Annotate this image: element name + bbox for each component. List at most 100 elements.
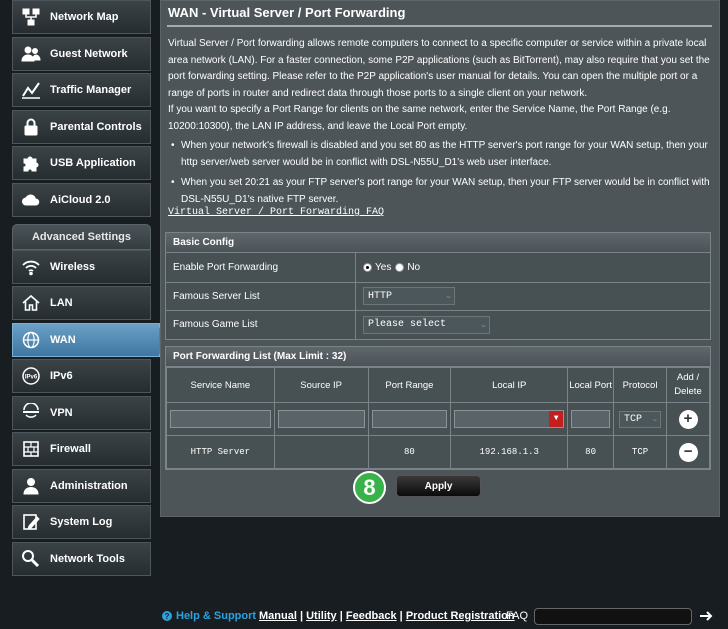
col-local-port: Local Port <box>567 367 615 403</box>
traffic-manager-icon <box>20 79 42 101</box>
wifi-icon <box>20 256 42 278</box>
nav-network-tools[interactable]: Network Tools <box>12 541 151 576</box>
description: Virtual Server / Port forwarding allows … <box>168 36 713 135</box>
table-header-row: Service Name Source IP Port Range Local … <box>166 367 710 403</box>
help-support-link[interactable]: ? Help & Support <box>162 610 256 622</box>
product-registration-link[interactable]: Product Registration <box>406 610 515 622</box>
row-protocol: TCP <box>613 435 667 469</box>
port-forwarding-table: Service Name Source IP Port Range Local … <box>166 367 710 469</box>
famous-server-label: Famous Server List <box>166 282 356 310</box>
nav-network-map[interactable]: Network Map <box>12 0 151 34</box>
table-row: HTTP Server 80 192.168.1.3 80 TCP − <box>166 435 710 469</box>
row-local-ip: 192.168.1.3 <box>450 435 569 469</box>
enable-port-forwarding-label: Enable Port Forwarding <box>166 253 356 282</box>
col-local-ip: Local IP <box>450 367 569 403</box>
new-rule-row: ▼ TCP ⌵ + <box>166 402 710 436</box>
chevron-down-icon: ⌵ <box>446 292 451 302</box>
radio-yes[interactable] <box>363 262 372 272</box>
nav-label: System Log <box>50 516 113 528</box>
nav-traffic-manager[interactable]: Traffic Manager <box>12 73 151 107</box>
lock-icon <box>20 116 42 138</box>
enable-port-forwarding-row: Enable Port Forwarding Yes No <box>166 253 710 282</box>
port-forwarding-list-header: Port Forwarding List (Max Limit : 32) <box>166 347 710 367</box>
nav-label: Network Tools <box>50 552 125 565</box>
svg-text:IPv6: IPv6 <box>25 375 38 381</box>
row-local-port: 80 <box>567 435 615 469</box>
utility-link[interactable]: Utility <box>306 610 337 622</box>
ipv6-icon: IPv6 <box>20 365 42 387</box>
main-panel: WAN - Virtual Server / Port Forwarding V… <box>160 0 720 517</box>
nav-label: Wireless <box>50 260 96 273</box>
apply-button[interactable]: Apply <box>396 475 481 497</box>
faq-link[interactable]: Virtual Server / Port Forwarding FAQ <box>168 207 384 218</box>
nav-label: Traffic Manager <box>50 84 132 96</box>
advanced-settings-header: Advanced Settings <box>12 223 151 250</box>
footer: ? Help & Support Manual | Utility | Feed… <box>0 603 728 629</box>
nav-lan[interactable]: LAN <box>12 286 151 320</box>
page-title: WAN - Virtual Server / Port Forwarding <box>168 5 406 20</box>
chevron-down-icon: ⌵ <box>652 415 658 424</box>
manual-link[interactable]: Manual <box>259 610 297 622</box>
col-protocol: Protocol <box>613 367 667 403</box>
nav-usb-application[interactable]: USB Application <box>12 146 151 180</box>
col-source-ip: Source IP <box>273 367 369 403</box>
nav-label: Firewall <box>50 443 91 455</box>
famous-game-row: Famous Game List Please select ⌵ <box>166 310 710 339</box>
famous-game-select[interactable]: Please select ⌵ <box>363 315 490 334</box>
nav-label: Parental Controls <box>50 120 142 133</box>
nav-system-log[interactable]: System Log <box>12 505 151 539</box>
question-icon: ? <box>162 611 172 621</box>
description-text: Virtual Server / Port forwarding allows … <box>168 38 710 99</box>
radio-yes-label: Yes <box>375 261 392 273</box>
faq-search-button[interactable] <box>697 608 717 625</box>
local-port-input[interactable] <box>571 410 611 428</box>
basic-config-panel: Basic Config Enable Port Forwarding Yes … <box>165 232 711 340</box>
faq-search-input[interactable] <box>534 607 692 625</box>
nav-label: AiCloud 2.0 <box>50 193 111 206</box>
puzzle-icon <box>20 152 42 174</box>
cloud-icon <box>20 189 42 211</box>
nav-label: Administration <box>50 479 128 492</box>
protocol-value: TCP <box>624 413 643 425</box>
row-port-range: 80 <box>367 435 452 469</box>
add-rule-button[interactable]: + <box>678 409 698 429</box>
famous-server-select[interactable]: HTTP ⌵ <box>363 287 455 306</box>
col-service-name: Service Name <box>166 367 275 403</box>
col-add-delete: Add / Delete <box>666 367 710 403</box>
note-bullet-http: When your network's firewall is disabled… <box>171 138 711 171</box>
nav-label: IPv6 <box>50 370 73 382</box>
nav-label: Guest Network <box>50 47 128 60</box>
note-bullet-ftp: When you set 20:21 as your FTP server's … <box>171 175 711 208</box>
network-map-icon <box>20 6 42 28</box>
range-note: If you want to specify a Port Range for … <box>168 104 671 132</box>
nav-ipv6[interactable]: IPv6 IPv6 <box>12 359 151 393</box>
nav-firewall[interactable]: Firewall <box>12 432 151 466</box>
radio-no-label: No <box>407 261 421 273</box>
delete-rule-button[interactable]: − <box>678 442 698 462</box>
chevron-down-icon: ⌵ <box>481 320 486 330</box>
nav-aicloud[interactable]: AiCloud 2.0 <box>12 182 151 217</box>
nav-administration[interactable]: Administration <box>12 468 151 503</box>
feedback-link[interactable]: Feedback <box>346 610 397 622</box>
help-support-label: Help & Support <box>176 610 257 622</box>
firewall-icon <box>20 438 42 460</box>
nav-wireless[interactable]: Wireless <box>12 249 151 284</box>
dropdown-arrow-icon[interactable]: ▼ <box>549 411 564 427</box>
nav-parental-controls[interactable]: Parental Controls <box>12 109 151 144</box>
nav-vpn[interactable]: VPN <box>12 395 151 430</box>
local-ip-input[interactable]: ▼ <box>454 410 565 428</box>
row-service-name: HTTP Server <box>166 435 275 469</box>
nav-guest-network[interactable]: Guest Network <box>12 36 151 71</box>
service-name-input[interactable] <box>170 410 271 428</box>
source-ip-input[interactable] <box>277 410 365 428</box>
nav-label: LAN <box>50 297 73 309</box>
nav-wan[interactable]: WAN <box>12 322 168 357</box>
port-range-input[interactable] <box>371 410 448 428</box>
row-source-ip <box>273 435 369 469</box>
nav-label: Network Map <box>50 11 119 23</box>
nav-label: VPN <box>50 406 73 419</box>
footer-links: Manual | Utility | Feedback | Product Re… <box>259 610 515 622</box>
faq-label: FAQ <box>506 610 529 622</box>
protocol-select[interactable]: TCP ⌵ <box>619 410 662 428</box>
radio-no[interactable] <box>395 262 405 272</box>
